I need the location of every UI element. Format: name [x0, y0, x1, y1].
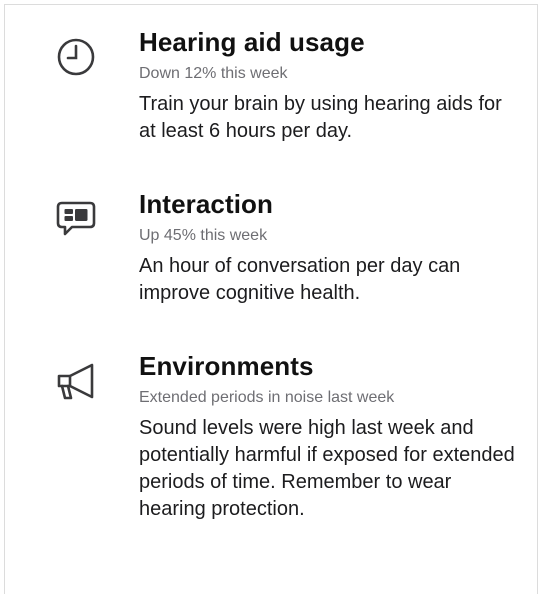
card-title: Hearing aid usage — [139, 27, 365, 57]
megaphone-icon — [52, 357, 100, 405]
card-title: Interaction — [139, 189, 274, 219]
clock-icon — [52, 33, 100, 81]
card-body: Train your brain by using hearing aids f… — [139, 93, 502, 142]
card-body: Sound levels were high last week and pot… — [139, 417, 515, 520]
speech-bubble-icon — [52, 194, 100, 242]
card-subtitle: Extended periods in noise last week — [139, 389, 395, 406]
card-subtitle: Down 12% this week — [139, 65, 288, 82]
card-body: An hour of conversation per day can impr… — [139, 255, 461, 304]
card-subtitle: Up 45% this week — [139, 227, 268, 244]
card-title: Environments — [139, 351, 314, 381]
